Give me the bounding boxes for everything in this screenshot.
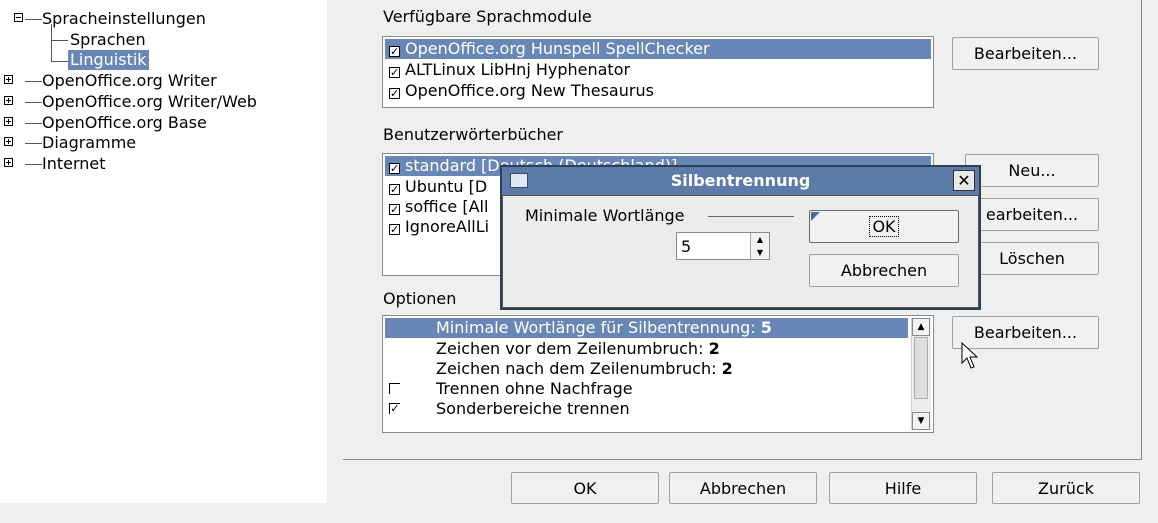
tree-line [25,164,42,165]
checkbox[interactable]: ✓ [389,184,400,195]
tree-item-label: Linguistik [68,50,149,70]
cancel-button[interactable]: Abbrechen [669,472,817,504]
checkbox[interactable] [389,383,400,394]
dictionary-delete-button[interactable]: Löschen [965,242,1099,275]
option-value: 2 [721,359,733,378]
group-line [708,216,794,217]
list-item[interactable]: ✓ Sonderbereiche trennen [385,399,908,419]
default-marker-icon [811,212,820,221]
dictionaries-heading: Benutzerwörterbücher [383,125,563,144]
list-item[interactable]: Minimale Wortlänge für Silbentrennung: 5 [385,318,908,338]
list-item-label: soffice [All [405,197,489,216]
tree-item-label: OpenOffice.org Writer/Web [42,92,257,111]
options-scrollbar[interactable]: ▲ ▼ [911,318,931,430]
checkbox[interactable]: ✓ [389,204,400,215]
modules-list[interactable]: ✓ OpenOffice.org Hunspell SpellChecker ✓ A… [382,36,934,108]
spinner-value: 5 [681,237,692,256]
option-value: 5 [760,318,772,337]
list-item[interactable]: ✓ OpenOffice.org New Thesaurus [385,81,931,101]
option-label: Zeichen nach dem Zeilenumbruch: [436,359,717,378]
option-label: Minimale Wortlänge für Silbentrennung: [436,318,756,337]
scroll-up-icon[interactable]: ▲ [912,318,930,336]
hyphenation-dialog: Silbentrennung ✕ Minimale Wortlänge 5 ▲ … [500,165,981,310]
expand-icon[interactable] [4,158,13,167]
dictionary-edit-button[interactable]: earbeiten... [965,198,1099,231]
tree-item-label: Diagramme [42,133,137,152]
dictionary-new-button[interactable]: Neu... [965,154,1099,187]
ok-button[interactable]: OK [511,472,659,504]
list-item-label: ALTLinux LibHnj Hyphenator [405,60,631,79]
tree-line [25,81,42,82]
spinner-arrows[interactable]: ▲ ▼ [750,233,769,259]
list-item[interactable]: Zeichen nach dem Zeilenumbruch: 2 [385,359,908,379]
options-list[interactable]: Minimale Wortlänge für Silbentrennung: 5… [382,315,934,433]
list-item-label: Ubuntu [D [405,177,488,196]
options-heading: Optionen [383,289,457,308]
list-item-label: IgnoreAllLi [405,217,490,236]
mouse-cursor-icon [961,342,979,369]
modules-heading: Verfügbare Sprachmodule [383,7,592,26]
min-word-length-label: Minimale Wortlänge [525,206,685,225]
options-tree: Spracheinstellungen Sprachen Linguistik … [0,0,327,503]
option-label: Trennen ohne Nachfrage [436,379,633,398]
scroll-thumb[interactable] [914,337,928,399]
expand-icon[interactable] [4,75,13,84]
close-icon[interactable]: ✕ [953,170,975,191]
expand-icon[interactable] [4,96,13,105]
dialog-title: Silbentrennung [670,171,811,190]
tree-line [25,123,42,124]
expand-icon[interactable] [4,137,13,146]
checkbox[interactable]: ✓ [389,46,400,57]
dialog-ok-button[interactable]: OK [809,210,959,243]
checkbox[interactable]: ✓ [389,224,400,235]
tree-line [25,143,42,144]
checkbox[interactable]: ✓ [389,88,400,99]
dialog-ok-label: OK [869,216,899,237]
option-label: Sonderbereiche trennen [436,399,630,418]
tree-line [51,40,68,41]
tree-item-label: OpenOffice.org Writer [42,71,217,90]
tree-item-label: Sprachen [70,30,146,49]
option-label: Zeichen vor dem Zeilenumbruch: [436,339,704,358]
list-item-label: OpenOffice.org New Thesaurus [405,81,654,100]
spin-up-icon[interactable]: ▲ [751,233,769,246]
dialog-cancel-button[interactable]: Abbrechen [809,254,959,287]
tree-line [51,61,68,62]
scroll-down-icon[interactable]: ▼ [912,412,930,430]
expand-icon[interactable] [4,117,13,126]
checkbox[interactable]: ✓ [389,67,400,78]
list-item-label: OpenOffice.org Hunspell SpellChecker [405,39,710,58]
dialog-titlebar[interactable]: Silbentrennung ✕ [502,167,979,195]
back-button[interactable]: Zurück [992,472,1140,504]
tree-item-label: OpenOffice.org Base [42,113,207,132]
spin-down-icon[interactable]: ▼ [751,246,769,259]
list-item[interactable]: Zeichen vor dem Zeilenumbruch: 2 [385,339,908,359]
min-word-length-spinner[interactable]: 5 ▲ ▼ [676,232,770,260]
checkbox[interactable]: ✓ [389,163,400,174]
dialog-body: Minimale Wortlänge 5 ▲ ▼ OK Abbrechen [502,195,979,308]
tree-item-label: Spracheinstellungen [42,9,206,28]
tree-line [25,102,42,103]
checkbox[interactable]: ✓ [389,403,400,414]
collapse-icon[interactable] [14,13,23,22]
tree-line [51,24,52,62]
tree-line [25,19,42,20]
tree-item-label: Internet [42,154,106,173]
modules-edit-button[interactable]: Bearbeiten... [952,37,1099,70]
list-item[interactable]: ✓ ALTLinux LibHnj Hyphenator [385,60,931,80]
help-button[interactable]: Hilfe [829,472,977,504]
list-item[interactable]: ✓ OpenOffice.org Hunspell SpellChecker [385,39,931,59]
option-value: 2 [708,339,720,358]
list-item[interactable]: Trennen ohne Nachfrage [385,379,908,399]
